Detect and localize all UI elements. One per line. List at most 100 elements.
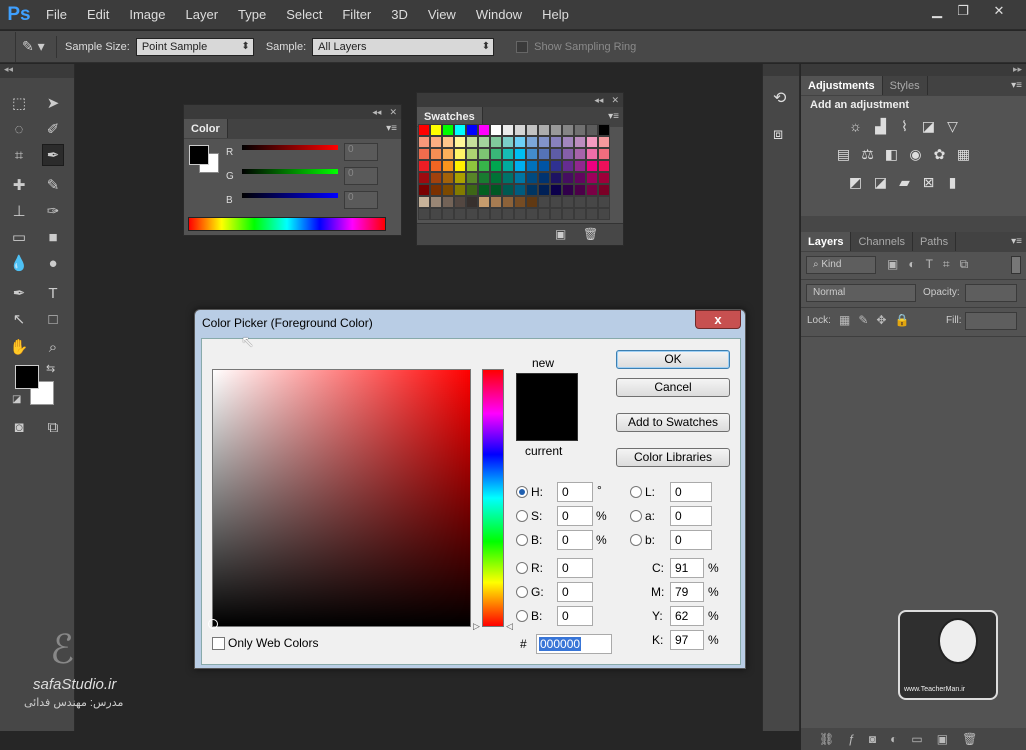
swatch[interactable] <box>490 124 502 136</box>
swatch[interactable] <box>598 172 610 184</box>
swatch[interactable] <box>442 184 454 196</box>
swatch[interactable] <box>562 148 574 160</box>
swatch[interactable] <box>502 172 514 184</box>
eyedropper-icon[interactable]: ✒ <box>42 144 64 166</box>
swatch[interactable] <box>502 196 514 208</box>
swatch[interactable] <box>490 148 502 160</box>
swatch[interactable] <box>430 124 442 136</box>
color-lookup-icon[interactable]: ▦ <box>955 146 972 163</box>
swatch[interactable] <box>466 136 478 148</box>
healing-icon[interactable]: ✚ <box>8 174 30 196</box>
move-icon[interactable]: ➤ <box>42 92 64 114</box>
eyedropper-preset-icon[interactable]: ✎ ▾ <box>22 38 56 55</box>
swatch[interactable] <box>430 184 442 196</box>
swatch[interactable] <box>418 184 430 196</box>
swatch[interactable] <box>442 160 454 172</box>
swap-colors-icon[interactable]: ⇆ <box>46 362 55 375</box>
quick-mask-icon[interactable]: ◙ <box>8 416 30 438</box>
swatch[interactable] <box>526 148 538 160</box>
menu-file[interactable]: File <box>36 0 77 30</box>
swatch[interactable] <box>478 196 490 208</box>
swatch[interactable] <box>490 184 502 196</box>
swatch[interactable] <box>490 172 502 184</box>
threshold-icon[interactable]: ▰ <box>896 174 913 191</box>
swatch[interactable] <box>418 160 430 172</box>
marquee-icon[interactable]: ⬚ <box>8 92 30 114</box>
exposure-icon[interactable]: ◪ <box>920 118 937 135</box>
a-radio[interactable] <box>630 510 642 522</box>
swatch[interactable] <box>526 172 538 184</box>
b-slider[interactable] <box>242 193 338 198</box>
selective-color-icon[interactable]: ⊠ <box>920 174 937 191</box>
swatch[interactable] <box>454 124 466 136</box>
menu-edit[interactable]: Edit <box>77 0 119 30</box>
hex-field[interactable]: 000000 <box>536 634 612 654</box>
quick-select-icon[interactable]: ✐ <box>42 118 64 140</box>
black-white-icon[interactable]: ◧ <box>883 146 900 163</box>
collapse-icon[interactable]: ◂◂ <box>594 95 603 106</box>
photo-filter-icon[interactable]: ◉ <box>907 146 924 163</box>
path-select-icon[interactable]: ↖ <box>8 308 30 330</box>
panel-menu-icon[interactable]: ▾≡ <box>1011 236 1022 247</box>
swatch[interactable] <box>442 136 454 148</box>
color-libraries-button[interactable]: Color Libraries <box>616 448 730 467</box>
menu-select[interactable]: Select <box>276 0 332 30</box>
swatch[interactable] <box>418 124 430 136</box>
eraser-icon[interactable]: ▭ <box>8 226 30 248</box>
g-field[interactable]: 0 <box>557 582 593 602</box>
tab-layers[interactable]: Layers <box>801 232 852 251</box>
menu-window[interactable]: Window <box>466 0 532 30</box>
hue-arrow-left-icon[interactable]: ▷ <box>473 621 480 632</box>
swatch[interactable] <box>454 172 466 184</box>
swatch[interactable] <box>526 184 538 196</box>
a-field[interactable]: 0 <box>670 506 712 526</box>
swatch[interactable] <box>478 172 490 184</box>
g-value[interactable]: 0 <box>344 167 378 185</box>
swatch[interactable] <box>562 172 574 184</box>
swatch[interactable] <box>418 136 430 148</box>
swatch[interactable] <box>466 148 478 160</box>
only-web-colors-checkbox[interactable] <box>212 637 225 650</box>
b-radio[interactable] <box>516 534 528 546</box>
swatch[interactable] <box>514 196 526 208</box>
posterize-icon[interactable]: ◪ <box>872 174 889 191</box>
swatch[interactable] <box>514 160 526 172</box>
brush-icon[interactable]: ✎ <box>42 174 64 196</box>
swatch[interactable] <box>574 160 586 172</box>
show-ring-checkbox[interactable] <box>516 40 529 53</box>
swatch[interactable] <box>430 172 442 184</box>
brightness-icon[interactable]: ☼ <box>847 118 864 135</box>
3d-icon[interactable]: ⧈ <box>773 126 783 144</box>
lab-b-radio[interactable] <box>630 534 642 546</box>
lock-icons[interactable]: ▦✎✥🔒 <box>839 313 917 327</box>
opacity-field[interactable] <box>965 284 1017 302</box>
panel-menu-icon[interactable]: ▾≡ <box>386 123 397 134</box>
rectangle-icon[interactable]: □ <box>42 308 64 330</box>
menu-filter[interactable]: Filter <box>332 0 381 30</box>
kind-filter-select[interactable]: ⌕ Kind <box>806 256 876 274</box>
restore-icon[interactable]: ❐ <box>950 3 976 19</box>
s-field[interactable]: 0 <box>557 506 593 526</box>
swatch[interactable] <box>574 184 586 196</box>
swatch[interactable] <box>514 124 526 136</box>
swatch[interactable] <box>442 172 454 184</box>
swatch[interactable] <box>598 184 610 196</box>
filter-icons[interactable]: ▣◐T⌗⧉ <box>887 257 978 272</box>
swatch[interactable] <box>454 184 466 196</box>
trash-icon[interactable]: 🗑 <box>583 227 598 241</box>
b-field[interactable]: 0 <box>557 530 593 550</box>
swatch[interactable] <box>526 196 538 208</box>
curves-icon[interactable]: ⌇ <box>896 118 913 135</box>
swatch[interactable] <box>526 136 538 148</box>
new-swatch-icon[interactable]: ▣ <box>555 227 566 241</box>
b-value[interactable]: 0 <box>344 191 378 209</box>
minimize-icon[interactable]: ▁ <box>924 3 950 19</box>
sample-size-select[interactable]: Point Sample <box>135 37 254 56</box>
swatch[interactable] <box>514 184 526 196</box>
close-icon[interactable]: x <box>695 310 741 329</box>
swatch[interactable] <box>514 172 526 184</box>
swatch[interactable] <box>574 148 586 160</box>
swatch[interactable] <box>562 124 574 136</box>
collapse-icon[interactable]: ◂◂ <box>0 64 74 78</box>
r-slider[interactable] <box>242 145 338 150</box>
